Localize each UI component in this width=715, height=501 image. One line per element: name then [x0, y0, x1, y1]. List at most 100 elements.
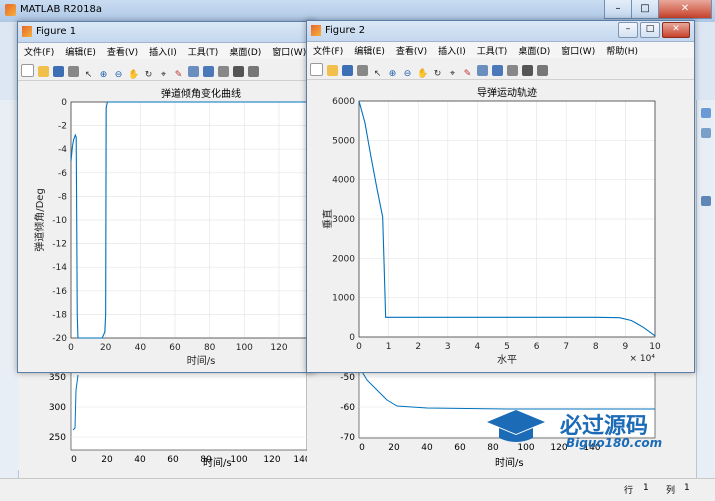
pan-icon[interactable]: ✋ [417, 69, 428, 80]
colorbar-icon[interactable] [203, 66, 214, 77]
figure1-x-tick-label: 100 [236, 343, 253, 353]
menu-window[interactable]: 窗口(W) [266, 43, 311, 58]
figure2-y-tick-label: 1000 [332, 294, 355, 304]
print-icon[interactable] [357, 65, 368, 76]
data-cursor-icon[interactable]: ⌖ [158, 70, 169, 81]
main-maximize-button[interactable]: □ [631, 0, 659, 19]
rotate-icon[interactable]: ↻ [432, 69, 443, 80]
figure2-titlebar[interactable]: Figure 2 – □ ✕ [307, 21, 694, 42]
back-right-xtick: 0 [359, 443, 365, 453]
row-value: 1 [643, 483, 649, 493]
menu-help[interactable]: 帮助(H) [600, 42, 643, 57]
hide-tools-icon[interactable] [522, 65, 533, 76]
figure1-xlabel: 时间/s [187, 354, 216, 367]
figure2-ylabel: 垂直 [321, 209, 334, 229]
back-left-ytick: 250 [49, 433, 66, 443]
back-left-xtick: 0 [71, 455, 77, 465]
back-right-ytick: -50 [340, 373, 355, 383]
figure2-plot-area: 0 1 2 3 4 5 6 7 8 9 10 0 1000 2000 3000 4000 5000 6000 导弹运… [307, 80, 694, 372]
figure2-maximize-button[interactable]: □ [640, 22, 660, 38]
menu-edit[interactable]: 编辑(E) [348, 42, 390, 57]
main-close-button[interactable]: ✕ [658, 0, 712, 19]
menu-window[interactable]: 窗口(W) [555, 42, 600, 57]
save-icon[interactable] [53, 66, 64, 77]
figure1-y-tick-label: -12 [52, 240, 67, 250]
col-value: 1 [684, 483, 690, 493]
figure1-window[interactable]: Figure 1 文件(F) 编辑(E) 查看(V) 插入(I) 工具(T) 桌面(D) 窗… [17, 21, 315, 373]
figure1-y-tick-label: -14 [52, 263, 67, 273]
open-file-icon[interactable] [38, 66, 49, 77]
legend-icon[interactable] [507, 65, 518, 76]
zoom-in-icon[interactable]: ⊕ [387, 69, 398, 80]
menu-view[interactable]: 查看(V) [390, 42, 432, 57]
zoom-out-icon[interactable]: ⊖ [113, 70, 124, 81]
status-bar: 行 1 列 1 [0, 478, 715, 501]
zoom-out-icon[interactable]: ⊖ [402, 69, 413, 80]
dock-icon[interactable] [537, 65, 548, 76]
figure2-title: Figure 2 [325, 25, 366, 36]
menu-edit[interactable]: 编辑(E) [59, 43, 101, 58]
figure2-window[interactable]: Figure 2 – □ ✕ 文件(F) 编辑(E) 查看(V) 插入(I) 工具(T) 桌面… [306, 20, 695, 373]
brush-icon[interactable]: ✎ [173, 70, 184, 81]
workspace-icon[interactable] [701, 196, 711, 206]
pan-icon[interactable]: ✋ [128, 70, 139, 81]
new-figure-icon[interactable] [21, 64, 34, 77]
figure2-x-tick-label: 8 [593, 342, 599, 352]
main-minimize-button[interactable]: – [604, 0, 632, 19]
figure2-xlabel: 水平 [497, 354, 517, 366]
pointer-icon[interactable]: ↖ [372, 69, 383, 80]
menu-file[interactable]: 文件(F) [307, 42, 348, 57]
figure2-title: 导弹运动轨迹 [477, 86, 537, 99]
hide-tools-icon[interactable] [233, 66, 244, 77]
pointer-icon[interactable]: ↖ [83, 70, 94, 81]
zoom-in-icon[interactable]: ⊕ [98, 70, 109, 81]
figure1-y-tick-label: -8 [58, 192, 67, 202]
back-left-ytick: 300 [49, 403, 66, 413]
back-left-xtick: 20 [101, 455, 113, 465]
figure1-y-tick-label: -20 [52, 334, 67, 344]
figure1-y-tick-label: -16 [52, 287, 67, 297]
print-icon[interactable] [68, 66, 79, 77]
back-left-xtick: 120 [263, 455, 280, 465]
figure2-y-tick-label: 3000 [332, 215, 355, 225]
figure1-y-tick-label: -6 [58, 169, 67, 179]
menu-file[interactable]: 文件(F) [18, 43, 59, 58]
legend-icon[interactable] [218, 66, 229, 77]
link-plot-icon[interactable] [188, 66, 199, 77]
figure2-x-tick-label: 3 [445, 342, 451, 352]
rotate-icon[interactable]: ↻ [143, 70, 154, 81]
back-right-xlabel: 时间/s [495, 458, 524, 469]
menu-tools[interactable]: 工具(T) [471, 42, 513, 57]
save-icon[interactable] [342, 65, 353, 76]
figure1-chart[interactable]: 0204060801001201400-2-4-6-8-10-12-14-16-… [18, 81, 314, 372]
brush-icon[interactable]: ✎ [462, 69, 473, 80]
menu-insert[interactable]: 插入(I) [143, 43, 182, 58]
figure1-titlebar[interactable]: Figure 1 [18, 22, 314, 43]
menu-insert[interactable]: 插入(I) [432, 42, 471, 57]
menu-desktop[interactable]: 桌面(D) [512, 42, 555, 57]
figure2-minimize-button[interactable]: – [618, 22, 638, 38]
panel-icon[interactable] [701, 128, 711, 138]
graduation-cap-icon [485, 408, 547, 446]
help-icon[interactable] [701, 108, 711, 118]
menu-tools[interactable]: 工具(T) [182, 43, 224, 58]
figure1-toolbar: ↖ ⊕ ⊖ ✋ ↻ ⌖ ✎ [18, 60, 314, 81]
colorbar-icon[interactable] [492, 65, 503, 76]
menu-view[interactable]: 查看(V) [101, 43, 143, 58]
menu-desktop[interactable]: 桌面(D) [223, 43, 266, 58]
new-figure-icon[interactable] [310, 63, 323, 76]
back-right-ytick: -60 [340, 403, 355, 413]
dock-icon[interactable] [248, 66, 259, 77]
back-right-xtick: 60 [454, 443, 466, 453]
link-plot-icon[interactable] [477, 65, 488, 76]
figure2-close-button[interactable]: ✕ [662, 22, 690, 38]
figure1-y-tick-label: -4 [58, 145, 67, 155]
back-right-xtick: 40 [421, 443, 433, 453]
figure2-chart[interactable]: 0 1 2 3 4 5 6 7 8 9 10 0 1000 2000 3000 4000 5000 6000 导弹运… [307, 80, 694, 372]
figure-icon [22, 26, 32, 37]
figure2-y-tick-label: 5000 [332, 136, 355, 146]
open-file-icon[interactable] [327, 65, 338, 76]
figure1-ylabel: 弹道倾角/Deg [33, 188, 46, 252]
figure2-x-tick-label: 5 [504, 342, 510, 352]
data-cursor-icon[interactable]: ⌖ [447, 69, 458, 80]
